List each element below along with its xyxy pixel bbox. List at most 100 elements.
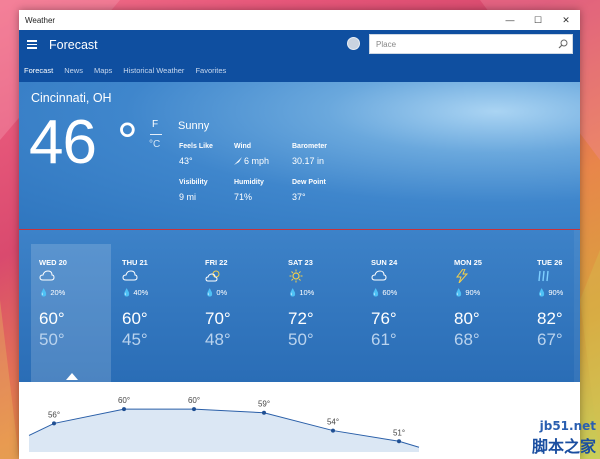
daily-forecast: WED 20 💧 20% 60° 50° THU 21 💧 40% 60° 45° … [19,230,580,382]
unit-fahrenheit-toggle[interactable]: F [152,119,158,130]
hourly-point [262,410,266,415]
precip-value: 0% [216,288,228,297]
forecast-day[interactable]: SAT 23 💧 10% 72° 50° [280,244,360,380]
hamburger-menu-icon[interactable] [19,30,45,59]
wind-direction-icon [234,157,242,165]
watermark-text: 脚本之家 [531,437,596,456]
thunderstorm-icon [456,269,469,283]
search-box [369,34,573,54]
close-button[interactable]: ✕ [552,10,580,30]
day-name: MON 25 [454,258,482,267]
detail-value: 9 mi [179,192,197,202]
detail-value: 37° [292,192,306,202]
tab-forecast[interactable]: Forecast [24,66,53,75]
detail-label: Visibility [179,179,208,186]
precip-value: 60% [382,288,398,297]
tab-news[interactable]: News [64,66,83,75]
tab-favorites[interactable]: Favorites [195,66,226,75]
low-temp: 61° [371,330,397,349]
condition-text: Sunny [178,120,210,132]
raindrop-icon: 💧 [288,288,298,297]
hourly-point [122,407,126,412]
precipitation: 💧 90% [454,288,480,297]
city-name: Cincinnati, OH [31,91,112,105]
high-temp: 60° [39,309,65,328]
precipitation: 💧 90% [537,288,563,297]
detail-value: 71% [234,192,253,202]
sunny-icon [289,269,303,283]
hourly-area [29,409,419,452]
precipitation: 💧 20% [39,288,65,297]
detail-label: Feels Like [179,143,213,150]
forecast-day[interactable]: TUE 26 💧 90% 82° 67° [529,244,580,380]
high-temp: 82° [537,309,563,328]
selected-day-pointer-icon [66,373,78,380]
hourly-label: 51° [393,428,405,437]
day-name: WED 20 [39,258,67,267]
precip-value: 40% [133,288,149,297]
day-name: THU 21 [122,258,148,267]
high-temp: 72° [288,309,314,328]
watermark-url: jb51.net [539,419,596,433]
hourly-label: 56° [48,410,60,419]
current-temperature: 46 [29,108,97,177]
hourly-label: 54° [327,418,339,427]
raindrop-icon: 💧 [205,288,215,297]
precipitation: 💧 40% [122,288,148,297]
hourly-label: 60° [118,396,130,405]
precip-value: 20% [50,288,66,297]
precip-value: 90% [465,288,481,297]
day-name: FRI 22 [205,258,228,267]
hourly-temperature-graph: 56° 60° 60° 59° 54° 51° [28,396,420,452]
hourly-label: 60° [188,396,200,405]
detail-label: Dew Point [292,179,326,186]
low-temp: 67° [537,330,563,349]
low-temp: 50° [39,330,65,349]
day-name: SUN 24 [371,258,398,267]
tab-maps[interactable]: Maps [94,66,112,75]
weather-app-window: Weather — ☐ ✕ Forecast Forecast News Map… [19,10,580,459]
day-name: SAT 23 [288,258,313,267]
minimize-button[interactable]: — [496,10,524,30]
high-temp: 70° [205,309,231,328]
hourly-label: 59° [258,400,270,409]
title-bar: Weather — ☐ ✕ [19,10,580,30]
precip-value: 10% [299,288,315,297]
unit-celsius-toggle[interactable]: °C [149,139,160,150]
cloudy-icon [39,270,55,281]
degree-symbol: ° [117,113,138,171]
forecast-scroll-strip[interactable] [574,230,580,382]
raindrop-icon: 💧 [122,288,132,297]
detail-value: 6 mph [244,156,270,166]
search-icon[interactable] [554,39,572,49]
precip-value: 90% [548,288,564,297]
detail-label: Wind [234,143,252,150]
hourly-point [397,439,401,444]
forecast-day[interactable]: THU 21 💧 40% 60° 45° [114,244,194,380]
high-temp: 60° [122,309,148,328]
detail-label: Humidity [234,179,264,186]
maximize-button[interactable]: ☐ [524,10,552,30]
high-temp: 76° [371,309,397,328]
forecast-day[interactable]: FRI 22 💧 0% 70° 48° [197,244,277,380]
detail-value: 30.17 in [292,156,325,166]
low-temp: 68° [454,330,480,349]
search-input[interactable] [370,35,554,53]
forecast-day[interactable]: MON 25 💧 90% 80° 68° [446,244,526,380]
hourly-graph: 56° 60° 60° 59° 54° 51° [19,382,580,459]
forecast-day[interactable]: WED 20 💧 20% 60° 50° [31,244,111,382]
detail-value-wind: 6 mph [234,156,269,166]
avatar[interactable] [347,37,360,50]
tab-historical-weather[interactable]: Historical Weather [123,66,184,75]
precipitation: 💧 10% [288,288,314,297]
high-temp: 80° [454,309,480,328]
watermark: jb51.net 脚本之家 [532,419,596,457]
rain-icon [538,270,549,282]
detail-label: Barometer [292,143,328,150]
cloudy-icon [122,270,138,281]
hourly-point [192,407,196,412]
hourly-point [52,421,56,426]
precipitation: 💧 60% [371,288,397,297]
current-conditions: Cincinnati, OH 46 ° F °C Sunny Feels Lik… [19,82,580,229]
forecast-day[interactable]: SUN 24 💧 60% 76° 61° [363,244,443,380]
